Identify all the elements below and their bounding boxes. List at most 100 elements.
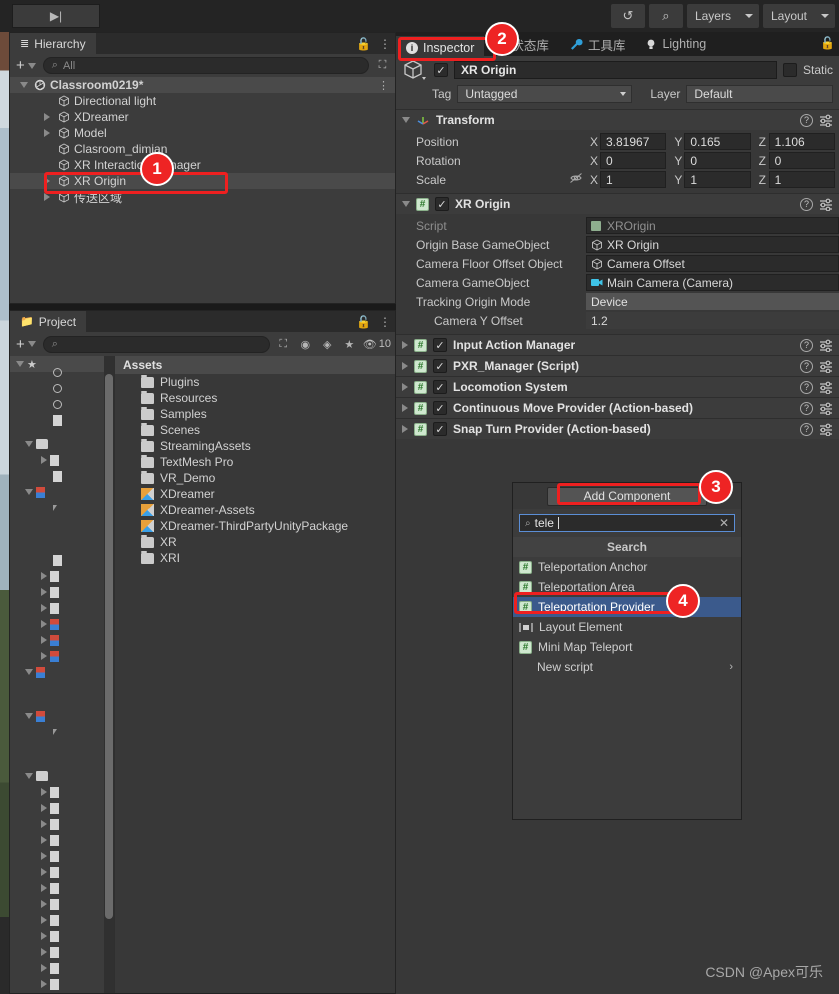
tab-hierarchy[interactable]: ≣ Hierarchy [10, 33, 96, 54]
hierarchy-item-xr-origin[interactable]: XR Origin [10, 173, 395, 189]
preset-icon[interactable] [819, 360, 833, 373]
project-tree-row[interactable] [10, 600, 114, 616]
field-script[interactable]: XROrigin [586, 217, 839, 234]
chevron-down-icon[interactable] [402, 201, 410, 207]
project-tree-row[interactable] [10, 768, 114, 784]
project-tree-row[interactable] [10, 864, 114, 880]
step-button[interactable]: ▶| [13, 5, 99, 27]
project-tree-row[interactable] [10, 552, 114, 568]
chevron-right-icon[interactable] [402, 404, 408, 412]
teleportation-provider-result[interactable]: # Teleportation Provider [513, 597, 741, 617]
chevron-down-icon[interactable] [25, 669, 33, 675]
tab-Lighting[interactable]: Lighting [635, 32, 716, 56]
layout-dropdown[interactable]: Layout [762, 4, 835, 28]
layers-dropdown[interactable]: Layers [686, 4, 759, 28]
project-asset-row[interactable]: Plugins [115, 374, 395, 390]
chevron-right-icon[interactable] [41, 964, 47, 972]
chevron-right-icon[interactable] [41, 948, 47, 956]
project-asset-row[interactable]: XRI [115, 550, 395, 566]
transform-rotation-z[interactable]: 0 [768, 152, 835, 169]
component-enabled-checkbox[interactable]: ✓ [433, 401, 447, 415]
field-camera-y-offset[interactable]: 1.2 [586, 312, 839, 329]
filter-by-label-icon[interactable]: ◈ [319, 336, 336, 353]
static-checkbox[interactable]: ✓ [782, 63, 797, 77]
chevron-right-icon[interactable] [41, 604, 47, 612]
project-tree-row[interactable] [10, 896, 114, 912]
add-component-search-input[interactable]: ⌕ tele ✕ [519, 514, 735, 532]
gameobject-enabled-checkbox[interactable]: ✓ [434, 63, 448, 77]
layer-dropdown[interactable]: Default [686, 85, 833, 103]
more-menu-icon[interactable]: ⋮ [378, 79, 389, 92]
project-tree-row[interactable] [10, 928, 114, 944]
expand-arrow[interactable] [44, 177, 54, 185]
field-camera-gameobject[interactable]: Main Camera (Camera) [586, 274, 839, 291]
component-enabled-checkbox[interactable]: ✓ [433, 422, 447, 436]
tab-工具库[interactable]: 工具库 [559, 32, 636, 56]
favorites-star-icon[interactable]: ★ [341, 336, 358, 353]
project-tree-rows[interactable] [10, 356, 114, 993]
add-component-result[interactable]: # Teleportation Anchor [513, 557, 741, 577]
expand-arrow[interactable] [20, 82, 30, 88]
filter-by-type-icon[interactable]: ◉ [297, 336, 314, 353]
project-tree-row[interactable] [10, 616, 114, 632]
project-tree-row[interactable] [10, 912, 114, 928]
project-asset-row[interactable]: XDreamer-ThirdPartyUnityPackage [115, 518, 395, 534]
expand-arrow[interactable] [44, 129, 54, 137]
clear-icon[interactable]: ✕ [719, 516, 729, 530]
project-popout-icon[interactable]: ⛶ [275, 336, 292, 353]
project-asset-row[interactable]: Resources [115, 390, 395, 406]
project-tree-row[interactable] [10, 500, 114, 516]
component-header[interactable]: # ✓ PXR_Manager (Script)? [396, 356, 839, 376]
constrained-proportions-off-icon[interactable] [566, 172, 586, 187]
project-asset-row[interactable]: Scenes [115, 422, 395, 438]
hierarchy-item[interactable]: XR Interaction Manager [10, 157, 395, 173]
xr-origin-enabled-checkbox[interactable]: ✓ [435, 197, 449, 211]
project-tree-row[interactable] [10, 380, 114, 396]
chevron-right-icon[interactable] [41, 652, 47, 660]
help-icon[interactable]: ? [800, 422, 813, 436]
project-tree-row[interactable] [10, 584, 114, 600]
project-tree-row[interactable] [10, 880, 114, 896]
project-asset-row[interactable]: XR [115, 534, 395, 550]
playback-controls[interactable]: ▶| [12, 4, 100, 28]
tag-dropdown[interactable]: Untagged [457, 85, 633, 103]
project-create-button[interactable]: + [14, 336, 38, 353]
preset-icon[interactable] [819, 381, 833, 394]
add-component-result[interactable]: # Mini Map Teleport [513, 637, 741, 657]
component-header[interactable]: # ✓ Snap Turn Provider (Action-based)? [396, 419, 839, 439]
project-tree-scrollbar[interactable] [104, 356, 114, 993]
hierarchy-create-button[interactable]: + [14, 57, 38, 74]
project-tree-row[interactable] [10, 436, 114, 452]
chevron-right-icon[interactable] [41, 900, 47, 908]
project-tree-row[interactable] [10, 452, 114, 468]
hidden-packages-count[interactable]: 👁 10 [363, 338, 391, 351]
hierarchy-item[interactable]: XDreamer [10, 109, 395, 125]
help-icon[interactable]: ? [800, 197, 813, 211]
chevron-right-icon[interactable] [41, 636, 47, 644]
hierarchy-item[interactable]: Model [10, 125, 395, 141]
hierarchy-item[interactable]: Directional light [10, 93, 395, 109]
project-tree-row[interactable] [10, 816, 114, 832]
more-menu-icon[interactable]: ⋮ [379, 37, 391, 51]
project-asset-row[interactable]: StreamingAssets [115, 438, 395, 454]
chevron-right-icon[interactable] [41, 836, 47, 844]
hierarchy-popout-icon[interactable]: ⛶ [374, 57, 391, 74]
hierarchy-tree[interactable]: Classroom0219* ⋮ Directional light XDreamer… [10, 77, 395, 303]
add-component-results[interactable]: # Teleportation Anchor # Teleportation Area… [513, 557, 741, 677]
transform-scale-y[interactable]: 1 [684, 171, 751, 188]
project-asset-row[interactable]: Samples [115, 406, 395, 422]
xr-origin-header[interactable]: # ✓ XR Origin ? [396, 194, 839, 214]
chevron-down-icon[interactable] [25, 713, 33, 719]
transform-scale-x[interactable]: 1 [600, 171, 667, 188]
chevron-right-icon[interactable] [402, 362, 408, 370]
project-list-rows[interactable]: Plugins Resources Samples Scenes StreamingAs… [115, 374, 395, 566]
project-tree-row[interactable] [10, 648, 114, 664]
transform-header[interactable]: Transform ? [396, 110, 839, 130]
component-enabled-checkbox[interactable]: ✓ [433, 359, 447, 373]
lock-icon[interactable]: 🔓 [356, 37, 371, 51]
transform-position-z[interactable]: 1.106 [768, 133, 835, 150]
component-enabled-checkbox[interactable]: ✓ [433, 380, 447, 394]
transform-position-x[interactable]: 3.81967 [600, 133, 667, 150]
chevron-right-icon[interactable] [41, 852, 47, 860]
project-tree-row[interactable] [10, 396, 114, 412]
